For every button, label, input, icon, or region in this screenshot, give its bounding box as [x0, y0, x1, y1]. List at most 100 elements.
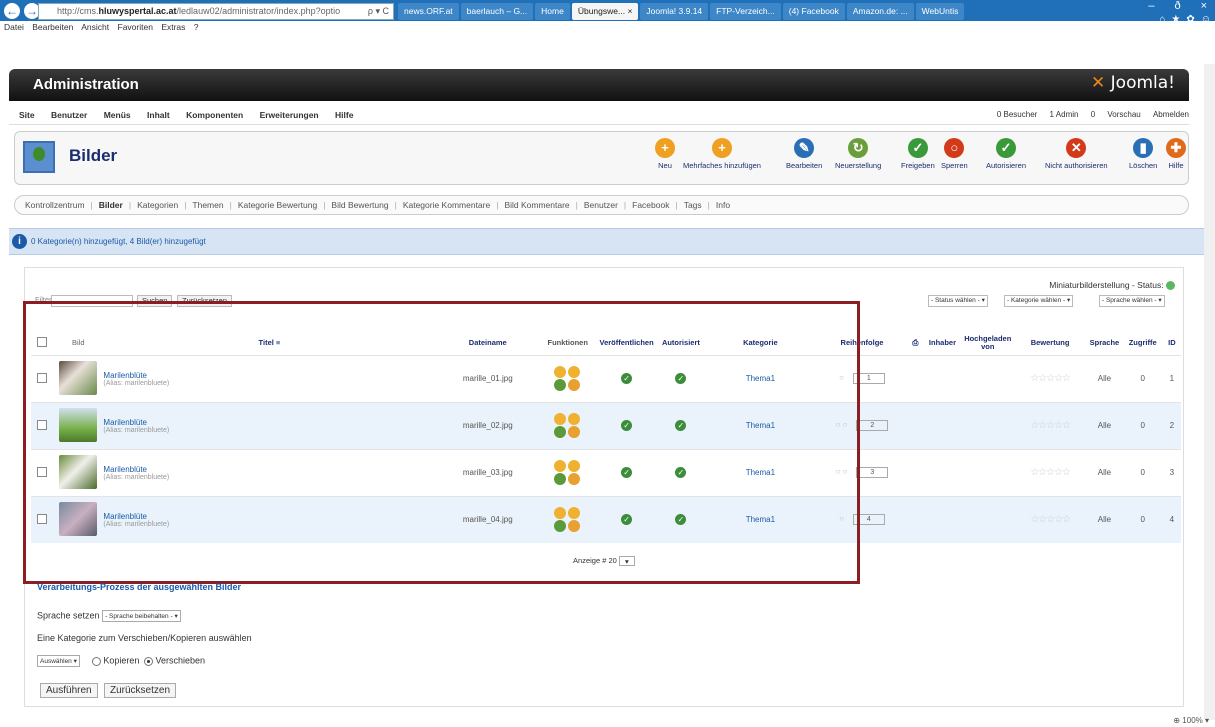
- menu-item[interactable]: Ansicht: [81, 22, 109, 32]
- toolbar-button-9[interactable]: ✚ Hilfe: [1166, 138, 1186, 170]
- toolbar-button-1[interactable]: + Mehrfaches hinzufügen: [683, 138, 761, 170]
- minimize-icon[interactable]: –: [1148, 0, 1154, 12]
- nav-item[interactable]: Kategorie Bewertung: [238, 200, 317, 210]
- nav-item[interactable]: Tags: [684, 200, 702, 210]
- page-title: Bilder: [69, 146, 118, 165]
- order-input[interactable]: 2: [856, 420, 889, 431]
- toolbar-button-label: Neuerstellung: [835, 161, 882, 170]
- nav-item[interactable]: Bild Bewertung: [331, 200, 388, 210]
- admin-header: Administration ✕ Joomla!: [9, 69, 1189, 101]
- nav-item[interactable]: Bild Kommentare: [504, 200, 569, 210]
- toolbar-icon: ✎: [794, 138, 815, 158]
- nav-item[interactable]: Themen: [192, 200, 223, 210]
- admin-menu-users[interactable]: Benutzer: [51, 110, 87, 120]
- language-row: Sprache setzen - Sprache beibehalten - ▾: [37, 610, 181, 622]
- toolbar-button-label: Freigeben: [901, 161, 935, 170]
- browser-tab[interactable]: Home: [535, 3, 570, 20]
- menu-item[interactable]: Datei: [4, 22, 24, 32]
- toolbar-icon: ▮: [1133, 138, 1154, 158]
- category-select[interactable]: - Kategorie wählen - ▾: [1004, 295, 1074, 307]
- move-radio[interactable]: [144, 656, 154, 666]
- toolbar-button-3[interactable]: ↻ Neuerstellung: [835, 138, 881, 170]
- nav-item[interactable]: Info: [716, 200, 730, 210]
- toolbar-button-5[interactable]: ○ Sperren: [941, 138, 968, 170]
- language: Alle: [1086, 495, 1123, 543]
- messages-count[interactable]: 0: [1091, 110, 1095, 119]
- status-ok-icon: [1166, 281, 1175, 291]
- admin-menu-help[interactable]: Hilfe: [335, 110, 353, 120]
- toolbar-button-2[interactable]: ✎ Bearbeiten: [786, 138, 822, 170]
- nav-item[interactable]: Kontrollzentrum: [25, 200, 85, 210]
- menu-item[interactable]: Extras: [161, 22, 185, 32]
- admin-menu-extensions[interactable]: Erweiterungen: [260, 110, 319, 120]
- thumbnail-status: Miniaturbilderstellung - Status:: [1049, 280, 1175, 291]
- col-hits[interactable]: Zugriffe: [1123, 331, 1163, 355]
- copy-radio[interactable]: [92, 656, 102, 666]
- toolbar-icon: ✕: [1066, 138, 1087, 158]
- menu-item[interactable]: ?: [194, 22, 199, 32]
- browser-tab[interactable]: Joomla! 3.9.14: [640, 3, 709, 20]
- browser-tabs: news.ORF.at baerlauch – G... Home Übungs…: [398, 3, 965, 20]
- status-select[interactable]: - Status wählen - ▾: [928, 295, 988, 307]
- toolbar-button-label: Neu: [658, 161, 672, 170]
- nav-item[interactable]: Benutzer: [584, 200, 618, 210]
- nav-item[interactable]: Bilder: [99, 200, 123, 210]
- browser-tab[interactable]: WebUntis: [915, 3, 965, 20]
- zoom-level[interactable]: ⊕ 100% ▾: [1173, 716, 1209, 725]
- browser-menubar: Datei Bearbeiten Ansicht Favoriten Extra…: [0, 21, 1215, 33]
- restore-icon[interactable]: ð: [1174, 0, 1180, 12]
- language-select[interactable]: - Sprache wählen - ▾: [1099, 295, 1165, 307]
- col-owner[interactable]: Inhaber: [923, 331, 961, 355]
- nav-separator: |: [394, 200, 397, 210]
- browser-tab[interactable]: Amazon.de: ...: [846, 3, 914, 20]
- vertical-scrollbar[interactable]: [1204, 64, 1215, 720]
- nav-item[interactable]: Facebook: [632, 200, 669, 210]
- uploaded-by: [961, 401, 1014, 449]
- admins-count: 1 Admin: [1049, 110, 1079, 119]
- order-input[interactable]: 3: [856, 467, 889, 478]
- toolbar-button-6[interactable]: ✓ Autorisieren: [986, 138, 1026, 170]
- browser-tab[interactable]: FTP-Verzeich...: [710, 3, 781, 20]
- save-order-icon[interactable]: ⎙: [907, 331, 923, 355]
- admin-menu-components[interactable]: Komponenten: [186, 110, 243, 120]
- toolbar-button-0[interactable]: + Neu: [655, 138, 675, 170]
- admin-menu-menus[interactable]: Menüs: [104, 110, 131, 120]
- menu-item[interactable]: Bearbeiten: [32, 22, 73, 32]
- nav-item[interactable]: Kategorie Kommentare: [403, 200, 490, 210]
- joomla-logo[interactable]: ✕ Joomla!: [1091, 73, 1175, 93]
- language: Alle: [1086, 401, 1123, 449]
- reset-button[interactable]: Zurücksetzen: [104, 683, 177, 698]
- toolbar-icon: ✓: [996, 138, 1017, 158]
- nav-separator: |: [90, 200, 93, 210]
- logout-link[interactable]: Abmelden: [1153, 110, 1189, 119]
- toolbar-button-8[interactable]: ▮ Löschen: [1129, 138, 1157, 170]
- admin-menu-site[interactable]: Site: [19, 110, 35, 120]
- nav-item[interactable]: Kategorien: [137, 200, 178, 210]
- col-rating[interactable]: Bewertung: [1014, 331, 1086, 355]
- rating-stars: ☆☆☆☆☆: [1030, 467, 1071, 478]
- toolbar-button-label: Sperren: [941, 161, 968, 170]
- nav-buttons: ← →: [4, 3, 40, 19]
- run-button[interactable]: Ausführen: [40, 683, 98, 698]
- toolbar-button-7[interactable]: ✕ Nicht authorisieren: [1045, 138, 1108, 170]
- col-language[interactable]: Sprache: [1086, 331, 1122, 355]
- menu-item[interactable]: Favoriten: [118, 22, 153, 32]
- col-id[interactable]: ID: [1163, 331, 1181, 355]
- browser-tab[interactable]: baerlauch – G...: [460, 3, 534, 20]
- hits: 0: [1122, 401, 1163, 449]
- toolbar-button-4[interactable]: ✓ Freigeben: [901, 138, 935, 170]
- browser-tab-active[interactable]: Übungswe... ×: [571, 3, 639, 20]
- col-uploaded-by[interactable]: Hochgeladen von: [962, 331, 1014, 355]
- browser-tab[interactable]: news.ORF.at: [398, 3, 459, 20]
- preview-link[interactable]: Vorschau: [1107, 110, 1140, 119]
- batch-language-select[interactable]: - Sprache beibehalten - ▾: [102, 610, 181, 622]
- address-bar[interactable]: http://cms.hluwyspertal.ac.at/ledlauw02/…: [38, 3, 394, 20]
- toolbar-button-label: Bearbeiten: [786, 161, 823, 170]
- admin-menu-content[interactable]: Inhalt: [147, 110, 170, 120]
- close-icon[interactable]: ×: [1201, 0, 1207, 12]
- browser-tab[interactable]: (4) Facebook: [782, 3, 845, 20]
- back-icon[interactable]: ←: [4, 3, 20, 19]
- address-controls[interactable]: ρ ▾ C: [368, 4, 389, 19]
- uploaded-by: [961, 495, 1014, 543]
- batch-category-select[interactable]: Auswählen ▾: [37, 655, 80, 667]
